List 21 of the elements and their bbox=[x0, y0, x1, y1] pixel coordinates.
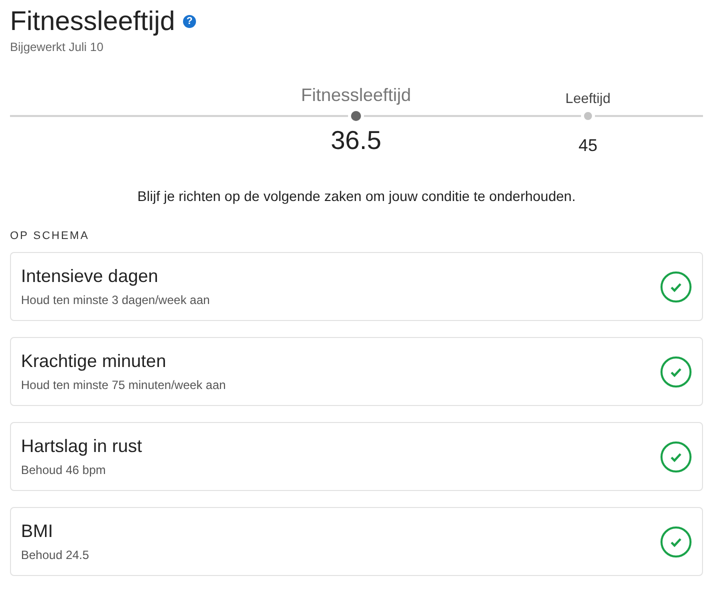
page-title: Fitnessleeftijd bbox=[10, 6, 176, 37]
scale-label: Fitnessleeftijd bbox=[300, 85, 412, 106]
goal-card[interactable]: Intensieve dagen Houd ten minste 3 dagen/week aan bbox=[10, 252, 703, 321]
goal-title: Hartslag in rust bbox=[21, 436, 142, 457]
goal-card[interactable]: Krachtige minuten Houd ten minste 75 minuten/week aan bbox=[10, 337, 703, 406]
updated-date: Bijgewerkt Juli 10 bbox=[10, 40, 104, 54]
goal-subtitle: Houd ten minste 3 dagen/week aan bbox=[21, 293, 210, 307]
help-icon[interactable]: ? bbox=[183, 15, 196, 28]
advice-text: Blijf je richten op de volgende zaken om jouw conditie te onderhouden. bbox=[136, 188, 577, 204]
goal-title: Krachtige minuten bbox=[21, 351, 168, 372]
scale-value: 36.5 bbox=[330, 125, 382, 156]
goal-title: BMI bbox=[21, 521, 54, 542]
scale-label: Leeftijd bbox=[564, 90, 612, 106]
goal-title: Intensieve dagen bbox=[21, 266, 160, 287]
goal-card[interactable]: Hartslag in rust Behoud 46 bpm bbox=[10, 422, 703, 491]
goal-card[interactable]: BMI Behoud 24.5 bbox=[10, 507, 703, 576]
goal-subtitle: Behoud 24.5 bbox=[21, 548, 90, 562]
goal-subtitle: Houd ten minste 75 minuten/week aan bbox=[21, 378, 226, 392]
section-heading: OP SCHEMA bbox=[10, 230, 90, 242]
scale-value: 45 bbox=[578, 136, 598, 156]
goal-subtitle: Behoud 46 bpm bbox=[21, 463, 107, 477]
